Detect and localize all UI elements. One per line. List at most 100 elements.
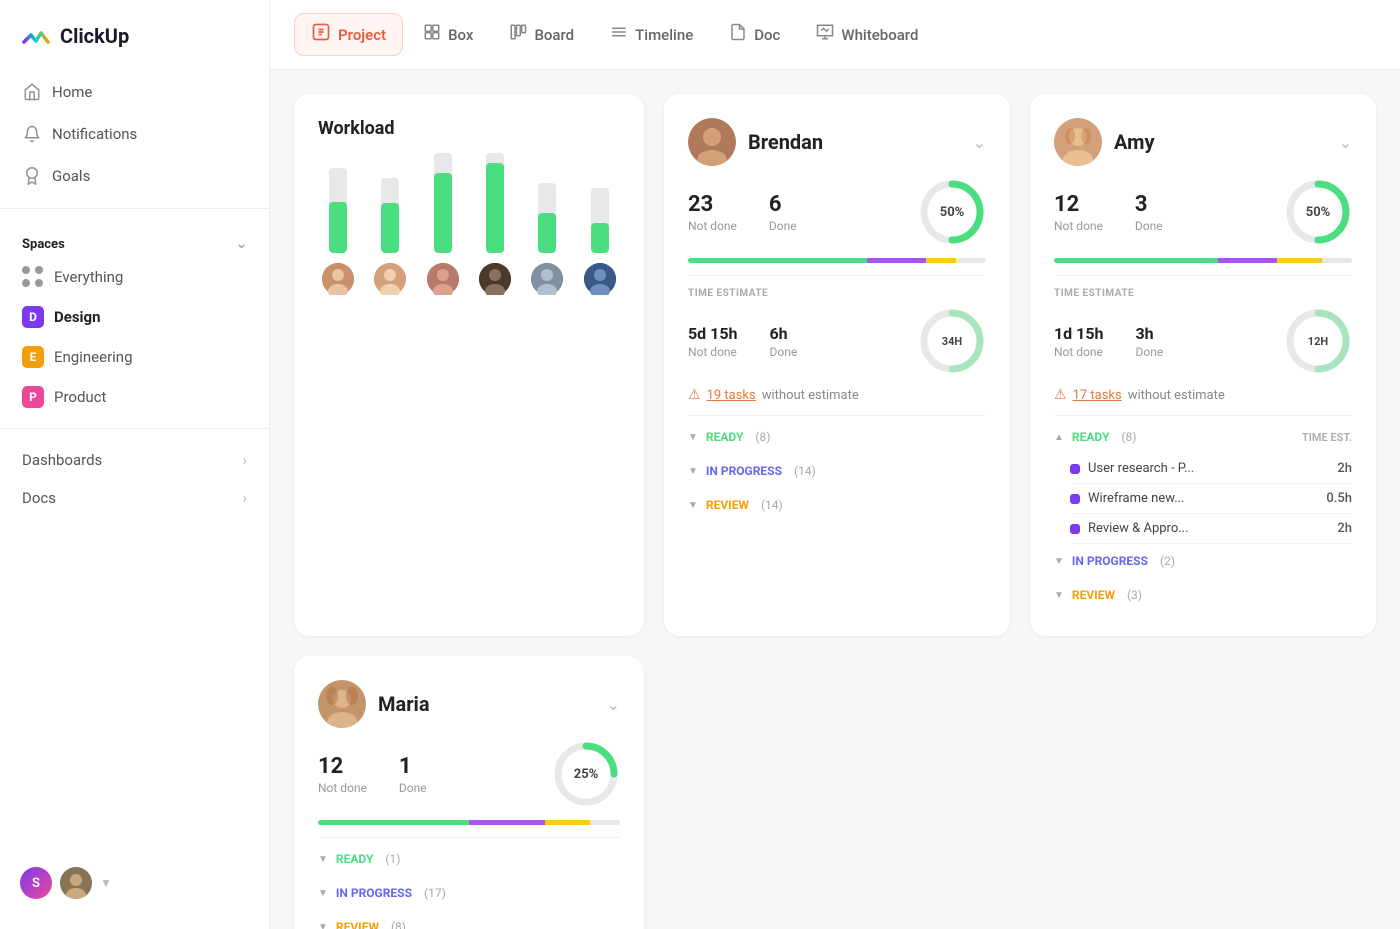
amy-review-chevron-icon: ▼ [1054,590,1064,601]
sidebar-item-goals[interactable]: Goals [10,156,259,196]
amy-done-label: Done [1135,219,1163,233]
amy-done-stat: 3 Done [1135,192,1163,233]
user-b-face-icon [60,867,92,899]
brendan-status-review[interactable]: ▼ REVIEW (14) [688,488,986,522]
maria-not-done-label: Not done [318,781,367,795]
maria-avatar [318,680,366,728]
brendan-tasks-without-est-link[interactable]: 19 tasks [707,388,756,403]
amy-status-ready-header[interactable]: ▲ READY (8) TIME EST. [1054,420,1352,454]
warning-icon: ⚠ [688,387,701,403]
brendan-time-est-label: TIME ESTIMATE [688,288,986,299]
tab-doc-label: Doc [754,26,780,44]
tab-box-label: Box [448,26,473,44]
maria-review-chevron-icon: ▼ [318,922,328,929]
brendan-time-not-done: 5d 15h Not done [688,324,737,359]
sidebar-item-engineering[interactable]: E Engineering [10,338,259,376]
brendan-time-estimate: TIME ESTIMATE 5d 15h Not done 6h Done [688,275,986,375]
main-content: Project Box Board Timeline Doc [270,0,1400,929]
brendan-status-ready[interactable]: ▼ READY (8) [688,420,986,454]
brendan-status-inprogress[interactable]: ▼ IN PROGRESS (14) [688,454,986,488]
user-dropdown-icon[interactable]: ▼ [100,876,112,890]
maria-progress-bar [318,820,620,825]
amy-time-donut: 12H [1284,307,1352,375]
goals-icon [22,166,42,186]
brendan-inprogress-label: IN PROGRESS [706,464,782,478]
brendan-avatar [688,118,736,166]
brendan-not-done-num: 23 [688,192,737,217]
maria-progress-label: 25% [552,740,620,808]
amy-inprogress-count: (2) [1160,554,1175,568]
tab-doc[interactable]: Doc [713,15,796,54]
amy-statuses: ▲ READY (8) TIME EST. User research - P.… [1054,415,1352,612]
maria-status-inprogress[interactable]: ▼ IN PROGRESS (17) [318,876,620,910]
tab-whiteboard-label: Whiteboard [841,26,918,44]
brendan-ready-count: (8) [755,430,770,444]
workload-avatar-3 [427,263,459,295]
maria-ready-count: (1) [385,852,400,866]
task-item-3[interactable]: Review & Appro... 2h [1070,514,1352,544]
maria-face [318,680,366,728]
spaces-chevron-icon[interactable]: ⌄ [236,237,247,252]
docs-expand[interactable]: Docs › [0,479,269,517]
brendan-time-donut: 34H [918,307,986,375]
maria-inprogress-chevron-icon: ▼ [318,888,328,899]
tab-board-label: Board [534,26,574,44]
maria-dropdown-icon[interactable]: ⌄ [607,695,620,714]
tab-board[interactable]: Board [493,15,590,54]
task-item-2[interactable]: Wireframe new... 0.5h [1070,484,1352,514]
tab-box[interactable]: Box [407,15,489,54]
home-icon [22,82,42,102]
sidebar: ClickUp Home Notifications [0,0,270,929]
engineering-space-icon: E [22,346,44,368]
tab-timeline-label: Timeline [635,26,693,44]
brendan-time-total-label: 34H [918,307,986,375]
amy-not-done-num: 12 [1054,192,1103,217]
user-avatar-s[interactable]: S [20,867,52,899]
amy-tasks-without-est-link[interactable]: 17 tasks [1073,388,1122,403]
docs-chevron-icon: › [242,489,247,507]
brendan-info: Brendan [688,118,823,166]
amy-ready-label: READY [1072,430,1109,444]
amy-status-inprogress[interactable]: ▼ IN PROGRESS (2) [1054,544,1352,578]
topbar: Project Box Board Timeline Doc [270,0,1400,70]
sidebar-item-home[interactable]: Home [10,72,259,112]
brendan-statuses: ▼ READY (8) ▼ IN PROGRESS (14) ▼ REVIEW … [688,415,986,522]
brendan-time-not-done-val: 5d 15h [688,324,737,343]
sidebar-item-everything[interactable]: Everything [10,258,259,296]
workload-avatar-5 [531,263,563,295]
maria-status-ready[interactable]: ▼ READY (1) [318,842,620,876]
maria-done-num: 1 [399,754,427,779]
brendan-time-done-lbl: Done [769,345,797,359]
sidebar-item-notifications[interactable]: Notifications [10,114,259,154]
tab-project[interactable]: Project [294,13,403,56]
brendan-tasks-without-est-suffix: without estimate [762,388,859,403]
task-item-1[interactable]: User research - P... 2h [1070,454,1352,484]
sidebar-item-design[interactable]: D Design [10,298,259,336]
time-est-col-label: TIME EST. [1302,431,1352,444]
sidebar-item-product[interactable]: P Product [10,378,259,416]
tab-timeline[interactable]: Timeline [594,15,709,54]
maria-name: Maria [378,692,430,716]
dashboards-expand[interactable]: Dashboards › [0,441,269,479]
brendan-time-done: 6h Done [769,324,797,359]
tab-whiteboard[interactable]: Whiteboard [800,15,934,54]
amy-time-est-label: TIME ESTIMATE [1054,288,1352,299]
brendan-face [688,118,736,166]
maria-status-review[interactable]: ▼ REVIEW (8) [318,910,620,929]
maria-review-label: REVIEW [336,920,379,929]
sidebar-item-everything-label: Everything [54,268,123,286]
amy-time-not-done-lbl: Not done [1054,345,1103,359]
amy-ready-chevron-icon: ▲ [1054,432,1064,443]
brendan-time-stats: 5d 15h Not done 6h Done [688,307,986,375]
brendan-dropdown-icon[interactable]: ⌄ [973,133,986,152]
amy-face [1054,118,1102,166]
review-chevron-icon: ▼ [688,500,698,511]
user-avatar-b[interactable] [60,867,92,899]
amy-dropdown-icon[interactable]: ⌄ [1339,133,1352,152]
amy-time-total-label: 12H [1284,307,1352,375]
amy-status-review[interactable]: ▼ REVIEW (3) [1054,578,1352,612]
task-dot-1 [1070,464,1080,474]
amy-time-done-lbl: Done [1135,345,1163,359]
maria-stats: 12 Not done 1 Done [318,754,427,795]
workload-bar-2 [370,155,410,295]
